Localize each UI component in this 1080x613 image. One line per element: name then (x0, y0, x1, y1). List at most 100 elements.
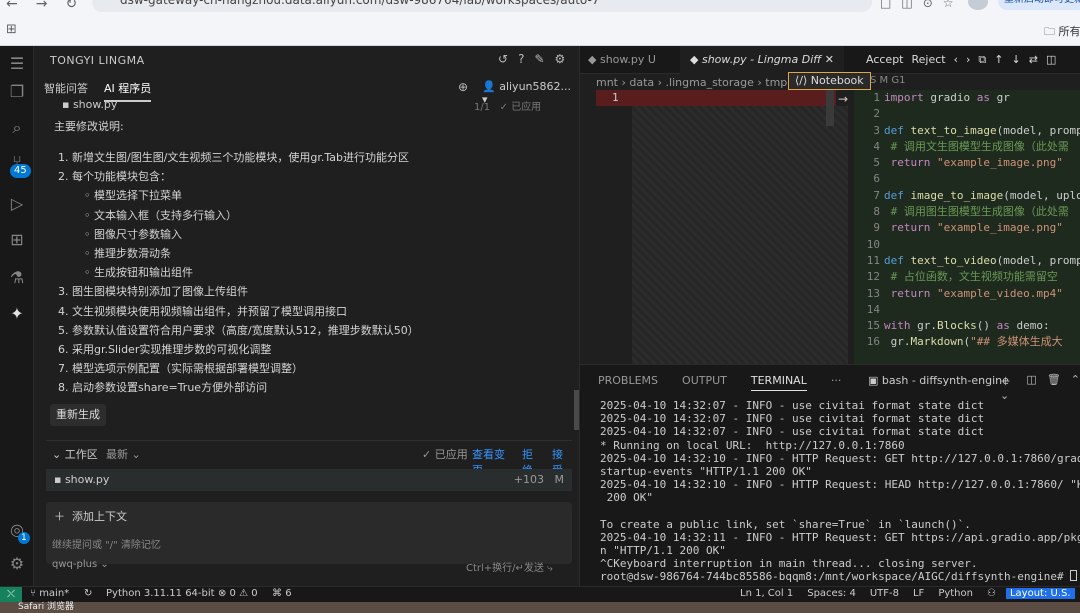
next-change-icon[interactable]: › (966, 53, 970, 67)
account-badge: 1 (18, 532, 30, 544)
more-icon[interactable]: ⌃ (1071, 373, 1080, 402)
problems-count[interactable]: ⊗ 0 ⚠ 0 (218, 588, 258, 599)
lingma-icon[interactable]: ✦ (0, 304, 34, 323)
star-icon[interactable]: ☆ (943, 0, 954, 10)
python-interpreter[interactable]: Python 3.11.11 64-bit (106, 588, 215, 599)
up-arrow-icon[interactable]: ↑ (994, 53, 1003, 67)
keyboard-layout[interactable]: Layout: U.S. (1005, 588, 1075, 599)
add-context-button[interactable]: ＋ 添加上下文 (54, 508, 127, 524)
cursor-position[interactable]: Ln 1, Col 1 (740, 588, 793, 599)
menu-icon[interactable]: ☰ (0, 54, 34, 73)
tab-problems[interactable]: PROBLEMS (598, 374, 658, 391)
code-text: gr.Markdown("## 多媒体生成大 (884, 335, 1063, 349)
revert-arrow-icon[interactable]: → (838, 92, 848, 106)
diff-original-pane[interactable]: 1 (596, 90, 848, 364)
tab-more[interactable]: ··· (831, 374, 842, 391)
explorer-icon[interactable]: ❐ (0, 82, 34, 101)
tab-show-py[interactable]: ◆ show.py U (588, 53, 656, 66)
line-number: 2 (873, 107, 880, 121)
share-icon[interactable]: □ (880, 0, 891, 10)
model-select[interactable]: qwq-plus ⌄ (52, 559, 109, 570)
diff-scrollbar[interactable] (826, 90, 834, 126)
code-text: return "example_video.mp4" (890, 286, 1063, 300)
reject-button[interactable]: Reject (912, 53, 946, 67)
translate-icon[interactable]: ◫ (901, 0, 912, 10)
workspace-applied-label: 已应用 (434, 448, 468, 461)
update-banner[interactable]: 重新启动即可更新 (998, 0, 1080, 10)
history-icon[interactable]: ↺ (498, 52, 508, 66)
new-session-icon[interactable]: ⊕ (458, 80, 468, 94)
branch-indicator[interactable]: ⑂ main* (30, 588, 69, 599)
diff-modified-pane[interactable]: 1 import gradio as gr 2 3 def text_to_image(… (854, 90, 1080, 364)
tab-terminal[interactable]: TERMINAL (750, 374, 807, 391)
bookmarks-folder[interactable]: 🗀 所有书签 (1044, 23, 1080, 42)
extension-icon[interactable]: ⊙ (923, 0, 933, 10)
forward-icon[interactable]: → (36, 0, 48, 12)
prev-change-icon[interactable]: ‹ (954, 53, 958, 67)
line-number: 1 (612, 91, 619, 104)
apps-grid-icon[interactable]: ⊞ (6, 22, 17, 37)
close-icon[interactable]: ✕ (825, 53, 834, 66)
workspace-toggle[interactable]: ⌄ 工作区 (52, 446, 98, 462)
tab-lingma-diff-label: show.py - Lingma Diff (701, 53, 822, 66)
copilot-icon[interactable]: ⚇ (987, 588, 996, 599)
terminal-line: 2025-04-10 14:32:10 - INFO - HTTP Reques… (600, 452, 1080, 465)
open-file-icon[interactable]: ⧉ (978, 53, 986, 67)
send-hint[interactable]: Ctrl+换行/↵发送 ⤷ (466, 559, 553, 574)
extensions-icon[interactable]: ⊞ (0, 230, 34, 249)
top-file-chip[interactable]: ▪ show.py (62, 98, 117, 111)
change-item: ◦ 图像尺寸参数输入 (84, 227, 182, 241)
terminal-line-text: To create a public link, set `share=True… (600, 517, 971, 531)
notebook-label: Notebook (810, 74, 864, 87)
feedback-icon[interactable]: ✎ (534, 52, 544, 66)
remote-icon[interactable]: ⤬ (0, 587, 22, 603)
regenerate-button[interactable]: 重新生成 (50, 404, 106, 426)
tab-output[interactable]: OUTPUT (682, 374, 727, 391)
address-bar[interactable]: dsw-gateway-cn-hangzhou.data.aliyun.com/… (92, 0, 872, 12)
terminal-shell-select[interactable]: ▣ bash - diffsynth-engine (868, 374, 1009, 387)
swap-icon[interactable]: ⇄ (1029, 53, 1038, 67)
line-number: 8 (873, 205, 880, 219)
notebook-button[interactable]: ⟨/⟩ Notebook (788, 72, 871, 90)
empty-region (632, 106, 848, 364)
profile-avatar[interactable] (968, 0, 988, 10)
help-icon[interactable]: ? (518, 52, 524, 66)
terminal-line: root@dsw-986764-744bc85586-bqqm8:/mnt/wo… (600, 570, 1080, 583)
testing-icon[interactable]: ⚗ (0, 268, 34, 287)
chat-scrollbar[interactable] (574, 390, 579, 430)
workspace-header: ⌄ 工作区 最新 ⌄ ✓ 已应用 查看变更 拒绝 接受 (46, 440, 572, 477)
indentation[interactable]: Spaces: 4 (807, 588, 856, 599)
breadcrumb[interactable]: mnt › data › .lingma_storage › tmp › w (596, 76, 808, 89)
split-editor-icon[interactable]: ◫ (1046, 53, 1056, 67)
run-debug-icon[interactable]: ▷ (0, 194, 34, 213)
search-icon[interactable]: ⌕ (0, 118, 34, 138)
encoding[interactable]: UTF-8 (870, 588, 899, 599)
line-number: 3 (873, 123, 880, 137)
split-terminal-icon[interactable]: ◫ (1026, 373, 1036, 402)
ports-indicator[interactable]: ⌘ 6 (272, 588, 292, 599)
terminal-output[interactable]: 2025-04-10 14:32:07 - INFO - use civitai… (600, 399, 1080, 584)
settings-gear-icon[interactable]: ⚙ (0, 554, 34, 573)
trash-icon[interactable]: 🗑 (1047, 373, 1061, 402)
down-arrow-icon[interactable]: ↓ (1012, 53, 1021, 67)
code-line: 3 def text_to_image(model, prompt (854, 123, 1080, 139)
language-mode[interactable]: Python (938, 588, 973, 599)
browser-chrome: ← → ↻ dsw-gateway-cn-hangzhou.data.aliyu… (0, 0, 1080, 46)
tab-lingma-diff[interactable]: ◆ show.py - Lingma Diff ✕ (680, 46, 844, 74)
line-number: 10 (866, 237, 880, 251)
workspace-file-row[interactable]: ▪ show.py +103 M (46, 469, 572, 491)
line-ending[interactable]: LF (913, 588, 924, 599)
new-terminal-icon[interactable]: ＋⌄ (1000, 373, 1016, 402)
chat-input-box[interactable]: ＋ 添加上下文 继续提问或 "/" 清除记忆 (46, 502, 572, 564)
line-number: 6 (873, 172, 880, 186)
back-icon[interactable]: ← (6, 0, 18, 12)
settings-icon[interactable]: ⚙ (555, 52, 566, 66)
panel-actions: ＋⌄ ◫ 🗑 ⌃ (1000, 373, 1080, 402)
sync-icon[interactable]: ↻ (84, 588, 92, 599)
workspace-recent-select[interactable]: 最新 ⌄ (106, 446, 141, 462)
removed-line-highlight (596, 90, 836, 106)
accept-button[interactable]: Accept (866, 53, 904, 67)
reload-icon[interactable]: ↻ (65, 0, 77, 12)
top-file-meta: 1/1 ✓ 已应用 (474, 102, 542, 113)
chat-input-placeholder[interactable]: 继续提问或 "/" 清除记忆 (52, 536, 161, 551)
